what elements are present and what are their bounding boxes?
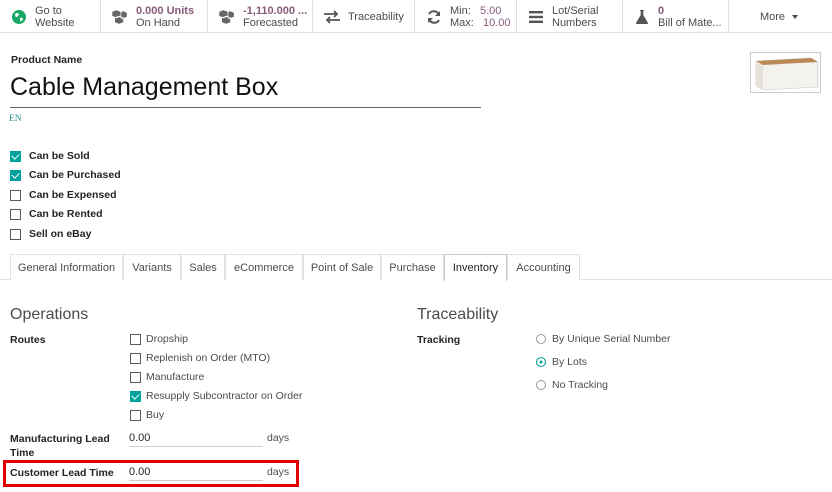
tab-point-of-sale[interactable]: Point of Sale xyxy=(303,254,381,280)
go-to-website-button[interactable]: Go to Website xyxy=(0,0,101,33)
tab-sales[interactable]: Sales xyxy=(181,254,225,280)
route-dropship-checkbox[interactable]: Dropship xyxy=(130,333,188,345)
route-resupply-subcontractor-checkbox[interactable]: Resupply Subcontractor on Order xyxy=(130,390,302,402)
reordering-rules-button[interactable]: Min: 5.00 Max: 10.00 xyxy=(415,0,517,33)
manufacturing-lead-time-unit: days xyxy=(267,432,290,444)
cubes-icon xyxy=(111,8,129,26)
operations-title: Operations xyxy=(10,306,89,323)
more-button[interactable]: More xyxy=(729,0,829,33)
tab-general-information[interactable]: General Information xyxy=(10,254,123,280)
route-mto-checkbox[interactable]: Replenish on Order (MTO) xyxy=(130,352,270,364)
tab-inventory[interactable]: Inventory xyxy=(444,254,507,281)
tab-ecommerce[interactable]: eCommerce xyxy=(225,254,303,280)
language-button[interactable]: EN xyxy=(9,114,22,124)
product-image[interactable] xyxy=(750,52,821,93)
list-icon xyxy=(527,8,545,26)
smart-button-bar: Go to Website 0.000 Units On Hand -1,110.0… xyxy=(0,0,832,33)
manufacturing-lead-time-label: Manufacturing Lead Time xyxy=(10,433,110,459)
routes-label: Routes xyxy=(10,334,46,346)
tab-variants[interactable]: Variants xyxy=(123,254,181,280)
lot-serial-numbers-button[interactable]: Lot/Serial Numbers xyxy=(517,0,623,33)
traceability-title: Traceability xyxy=(417,306,499,323)
arrows-exchange-icon xyxy=(323,8,341,26)
can-be-expensed-checkbox[interactable]: Can be Expensed xyxy=(10,189,117,201)
can-be-purchased-checkbox[interactable]: Can be Purchased xyxy=(10,169,121,181)
caret-down-icon xyxy=(792,14,799,19)
can-be-sold-checkbox[interactable]: Can be Sold xyxy=(10,150,90,162)
sell-on-ebay-checkbox[interactable]: Sell on eBay xyxy=(10,228,91,240)
bill-of-materials-button[interactable]: 0 Bill of Mate... xyxy=(623,0,729,33)
tracking-label: Tracking xyxy=(417,334,461,346)
tracking-lots-radio[interactable]: By Lots xyxy=(536,356,587,368)
tracking-none-radio[interactable]: No Tracking xyxy=(536,379,608,391)
tracking-serial-radio[interactable]: By Unique Serial Number xyxy=(536,333,670,345)
globe-icon xyxy=(10,8,28,26)
refresh-icon xyxy=(425,8,443,26)
on-hand-button[interactable]: 0.000 Units On Hand xyxy=(101,0,208,33)
cubes-icon xyxy=(218,8,236,26)
traceability-button[interactable]: Traceability xyxy=(313,0,415,33)
tab-purchase[interactable]: Purchase xyxy=(381,254,444,280)
product-name-label: Product Name xyxy=(11,54,83,66)
manufacturing-lead-time-input[interactable]: 0.00 xyxy=(129,430,263,447)
route-manufacture-checkbox[interactable]: Manufacture xyxy=(130,371,204,383)
route-buy-checkbox[interactable]: Buy xyxy=(130,409,164,421)
can-be-rented-checkbox[interactable]: Can be Rented xyxy=(10,208,103,220)
more-label: More xyxy=(759,10,786,23)
product-name-input[interactable]: Cable Management Box xyxy=(10,70,481,108)
customer-lead-time-highlight xyxy=(3,460,299,487)
forecasted-button[interactable]: -1,110.000 ... Forecasted xyxy=(208,0,313,33)
flask-icon xyxy=(633,8,651,26)
tab-accounting[interactable]: Accounting xyxy=(507,254,580,280)
notebook-tabs: General Information Variants Sales eComm… xyxy=(0,254,832,281)
